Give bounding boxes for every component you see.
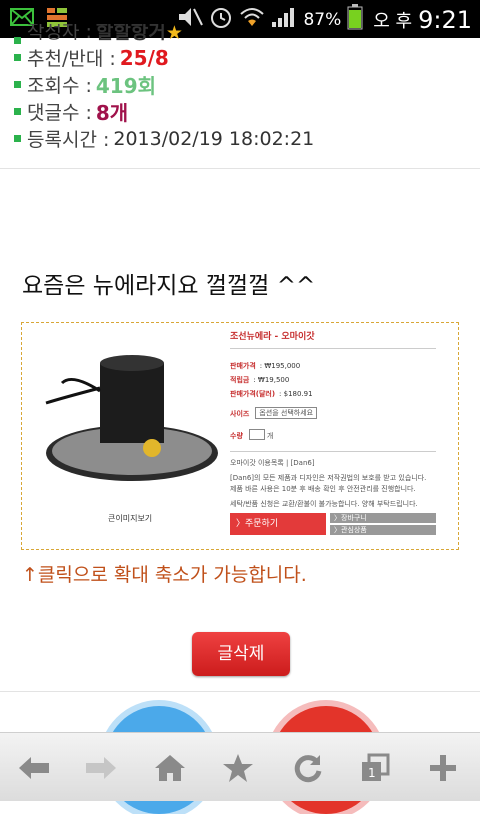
post-info: 작성자 : 할할항거 ★ 추천/반대 : 25/8 조회수 : 419회 댓글수… — [14, 24, 474, 152]
bullet-icon — [14, 54, 21, 61]
refresh-icon[interactable] — [290, 751, 326, 785]
price-label: 판매가격 — [230, 362, 256, 370]
size-label: 사이즈 — [230, 410, 250, 418]
bookmark-star-icon[interactable] — [220, 751, 256, 785]
svg-text:1: 1 — [368, 766, 376, 780]
views-row: 조회수 : 419회 — [14, 71, 474, 98]
author-name[interactable]: 할할항거 — [96, 24, 166, 44]
product-details: 조선뉴에라 - 오마이갓 판매가격: ₩195,000 적립금: ₩19,500… — [230, 329, 436, 535]
comments-row: 댓글수 : 8개 — [14, 98, 474, 125]
browser-toolbar: 1 — [0, 732, 480, 801]
bullet-icon — [14, 135, 21, 142]
desc-line-2: 제품 바른 사용은 10분 후 배송 확인 후 안전관리를 진행합니다. — [230, 485, 416, 493]
votes-label: 추천/반대 : — [27, 48, 116, 70]
bullet-icon — [14, 81, 21, 88]
reserve-value: : ₩19,500 — [253, 376, 290, 384]
zoom-note: ↑클릭으로 확대 축소가 가능합니다. — [22, 564, 307, 586]
product-description: 오마이갓 이용목록 | [Dan6] [Dan6]의 모든 제품과 디자인은 저… — [230, 451, 436, 510]
zoom-image-label: 큰이미지보기 — [108, 514, 153, 523]
star-icon: ★ — [165, 24, 183, 44]
date-label: 등록시간 : — [27, 129, 110, 151]
votes-row: 추천/반대 : 25/8 — [14, 44, 474, 71]
votes-value: 25/8 — [119, 45, 169, 70]
desc-line-1: [Dan6]의 모든 제품과 디자인은 저작권법의 보호를 받고 있습니다. — [230, 474, 427, 482]
comments-value: 8개 — [95, 101, 129, 125]
cart-button: 〉장바구니 — [330, 513, 436, 523]
home-icon[interactable] — [152, 751, 188, 785]
desc-line-3: 세탁/반품 신청은 교환/환불이 불가능합니다. 양해 부탁드립니다. — [230, 500, 418, 508]
views-label: 조회수 : — [27, 75, 92, 97]
product-name: 조선뉴에라 - 오마이갓 — [230, 329, 436, 349]
qty-unit: 개 — [266, 432, 274, 440]
bullet-icon — [14, 37, 21, 44]
post-body-text: 요즘은 뉴에라지요 껄껄껄 ^^ — [22, 273, 316, 299]
date-row: 등록시간 : 2013/02/19 18:02:21 — [14, 125, 474, 152]
author-label: 작성자 : — [27, 24, 92, 43]
date-value: 2013/02/19 18:02:21 — [113, 127, 315, 150]
reserve-label: 적립금 — [230, 376, 250, 384]
order-button: 〉주문하기 — [230, 513, 326, 535]
size-select: 옵션을 선택하세요 — [255, 407, 318, 419]
wishlist-button: 〉관심상품 — [330, 525, 436, 535]
back-icon[interactable] — [16, 751, 52, 785]
delete-post-button[interactable]: 글삭제 — [192, 632, 290, 676]
post-image[interactable]: 큰이미지보기 조선뉴에라 - 오마이갓 판매가격: ₩195,000 적립금: … — [21, 322, 459, 550]
forward-icon[interactable] — [83, 751, 119, 785]
comments-label: 댓글수 : — [27, 102, 92, 124]
tabs-icon[interactable]: 1 — [357, 751, 393, 785]
divider — [0, 168, 480, 169]
divider — [0, 691, 480, 692]
hat-image — [45, 355, 218, 481]
bullet-icon — [14, 108, 21, 115]
author-row: 작성자 : 할할항거 ★ — [14, 24, 474, 44]
qty-label: 수량 — [230, 432, 243, 440]
new-tab-icon[interactable] — [425, 751, 461, 785]
usd-label: 판매가격(달러) — [230, 390, 276, 398]
price-value: : ₩195,000 — [259, 362, 301, 370]
views-value: 419회 — [95, 74, 157, 98]
qty-input — [248, 429, 265, 440]
usd-value: : $180.91 — [279, 390, 313, 398]
desc-title: 오마이갓 이용목록 | [Dan6] — [230, 459, 315, 467]
